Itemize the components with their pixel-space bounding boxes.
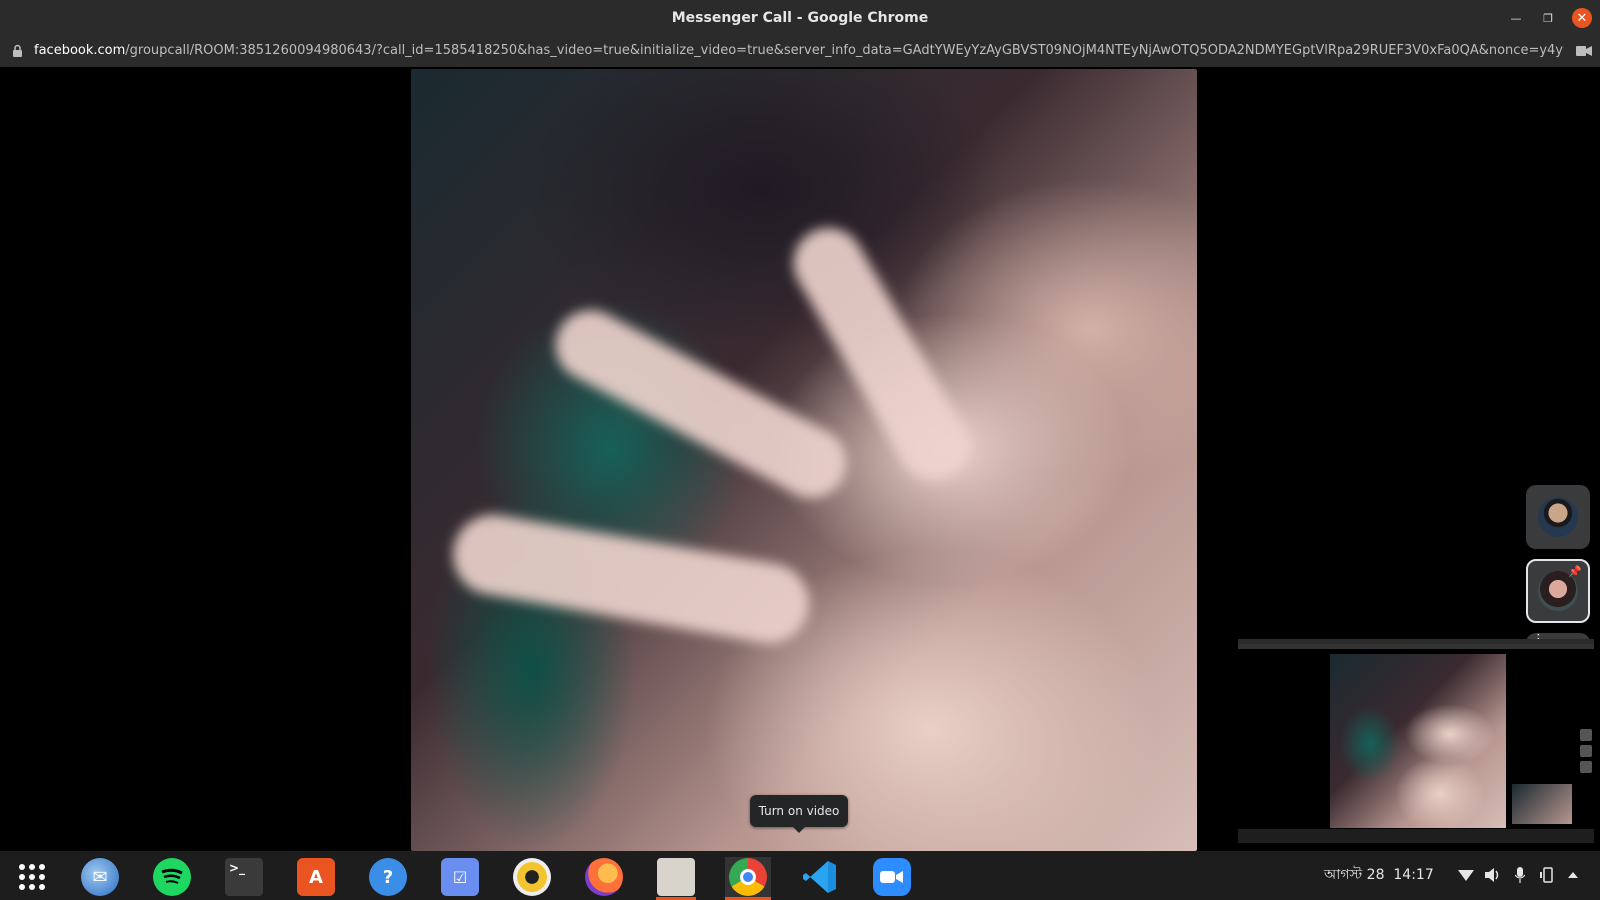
system-tray[interactable] [1458, 851, 1598, 900]
video-content [543, 297, 859, 511]
preview-dock [1238, 829, 1594, 843]
rhythmbox-app[interactable] [512, 857, 552, 897]
preview-address-bar [1238, 644, 1594, 649]
address-bar[interactable]: facebook.com/groupcall/ROOM:385126009498… [0, 36, 1600, 67]
call-area: Turn on video 📌 ⋮ ⟩ [0, 67, 1600, 851]
participant-tile-1[interactable] [1526, 485, 1590, 549]
thunderbird-icon: ✉ [81, 858, 119, 896]
software-center-icon: A [297, 858, 335, 896]
avatar [1538, 497, 1578, 537]
preview-participant [1580, 729, 1592, 741]
url-path: /groupcall/ROOM:3851260094980643/?call_i… [125, 43, 1564, 58]
date-label: আগস্ট 28 [1324, 867, 1385, 883]
clock[interactable]: আগস্ট 28 14:17 [1324, 851, 1434, 900]
files-app[interactable] [656, 857, 696, 900]
firefox-icon [585, 858, 623, 896]
camera-in-use-icon[interactable] [1576, 45, 1592, 57]
thunderbird-app[interactable]: ✉ [80, 857, 120, 897]
help-app[interactable]: ? [368, 857, 408, 897]
app-grid-icon [19, 864, 45, 890]
preview-self-thumbnail [1512, 784, 1572, 824]
chrome-app[interactable] [725, 857, 771, 900]
vscode-app[interactable] [800, 857, 840, 897]
tray-menu-arrow-icon [1568, 872, 1578, 878]
tasks-app[interactable]: ☑ [440, 857, 480, 897]
vscode-icon [803, 861, 836, 893]
close-button[interactable]: ✕ [1572, 8, 1592, 28]
title-bar: Messenger Call - Google Chrome — ❐ ✕ [0, 0, 1600, 36]
battery-icon [1540, 867, 1553, 883]
files-icon [657, 858, 695, 896]
tasks-icon: ☑ [441, 858, 479, 896]
spotify-app[interactable] [152, 857, 192, 897]
show-applications-button[interactable] [12, 857, 52, 897]
preview-participant [1580, 745, 1592, 757]
screen-share-preview[interactable] [1238, 639, 1594, 843]
chrome-icon [729, 858, 767, 896]
lock-icon[interactable] [11, 44, 24, 57]
time-label: 14:17 [1393, 867, 1434, 883]
participant-tile-2[interactable]: 📌 [1526, 559, 1590, 623]
preview-video [1330, 654, 1506, 828]
zoom-icon [873, 858, 911, 896]
maximize-button[interactable]: ❐ [1538, 8, 1558, 28]
window-title: Messenger Call - Google Chrome [671, 10, 929, 26]
firefox-app[interactable] [584, 857, 624, 897]
terminal-icon: >_ [225, 858, 263, 896]
turn-on-video-tooltip: Turn on video [750, 795, 848, 833]
video-content-2 [446, 508, 816, 650]
minimize-button[interactable]: — [1506, 8, 1526, 28]
microphone-icon [1515, 867, 1525, 883]
volume-icon [1485, 868, 1499, 882]
wifi-icon [1458, 870, 1474, 881]
rhythmbox-icon [513, 858, 551, 896]
pin-icon[interactable]: 📌 [1568, 565, 1582, 578]
software-center-app[interactable]: A [296, 857, 336, 897]
spotify-icon [153, 858, 191, 896]
zoom-app[interactable] [872, 857, 912, 897]
terminal-app[interactable]: >_ [224, 857, 264, 897]
url-field[interactable]: facebook.com/groupcall/ROOM:385126009498… [34, 36, 1564, 67]
url-host: facebook.com [34, 43, 126, 58]
main-video[interactable] [411, 69, 1197, 851]
help-icon: ? [369, 858, 407, 896]
taskbar: ✉ >_ A ? ☑ আগস্ট 28 14:17 [0, 851, 1600, 900]
preview-participant [1580, 761, 1592, 773]
